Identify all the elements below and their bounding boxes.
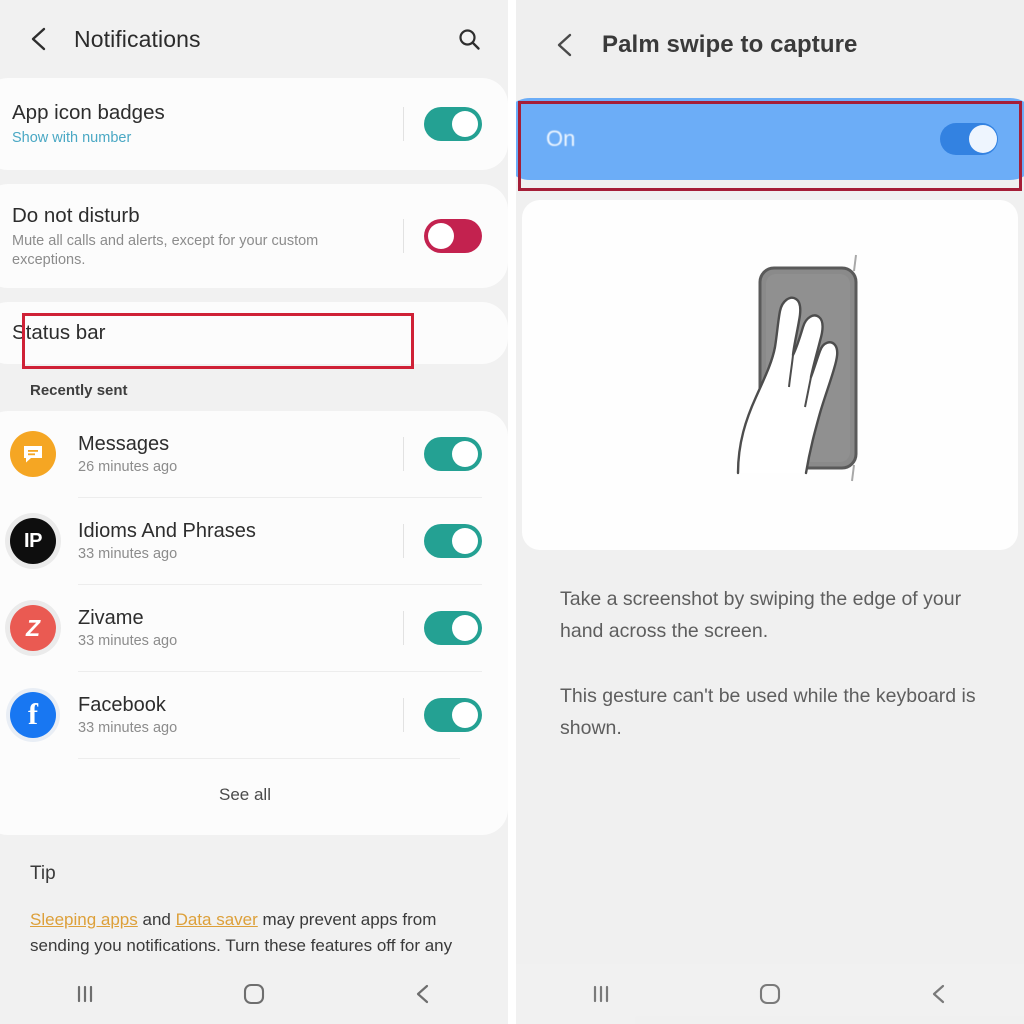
do-not-disturb-subtitle: Mute all calls and alerts, except for yo…	[12, 232, 319, 268]
toggle-knob	[452, 441, 478, 467]
app-time: 26 minutes ago	[78, 459, 178, 475]
divider	[403, 219, 404, 253]
app-icon-badges-toggle[interactable]	[424, 107, 482, 141]
app-icon-badges-card[interactable]: App icon badges Show with number	[0, 78, 508, 170]
do-not-disturb-row[interactable]: Do not disturb Mute all calls and alerts…	[0, 184, 508, 288]
app-notification-toggle[interactable]	[424, 524, 482, 558]
app-icon-badges-subtitle: Show with number	[12, 130, 132, 147]
recently-sent-label: Recently sent	[30, 382, 128, 399]
list-item[interactable]: Messages 26 minutes ago	[0, 411, 508, 497]
divider	[403, 107, 404, 141]
app-name: Messages	[78, 433, 170, 455]
app-time: 33 minutes ago	[78, 633, 178, 649]
app-name: Idioms And Phrases	[78, 520, 256, 542]
description-paragraph-1: Take a screenshot by swiping the edge of…	[560, 588, 962, 642]
home-icon[interactable]	[169, 979, 338, 1009]
app-notification-toggle[interactable]	[424, 611, 482, 645]
toggle-knob	[452, 111, 478, 137]
palm-swipe-header: Palm swipe to capture	[516, 0, 1024, 90]
list-item[interactable]: f Facebook 33 minutes ago	[0, 672, 508, 758]
panel-divider	[508, 0, 516, 1024]
app-icon-badges-title: App icon badges	[12, 100, 165, 124]
list-item-text: Idioms And Phrases 33 minutes ago	[78, 520, 403, 562]
recents-icon[interactable]	[0, 981, 169, 1007]
recently-sent-card: Messages 26 minutes ago IP Idioms And Ph…	[0, 411, 508, 835]
status-bar-row[interactable]: Status bar	[0, 302, 508, 364]
chevron-left-icon[interactable]	[24, 24, 54, 54]
idioms-icon: IP	[10, 518, 56, 564]
toggle-knob	[452, 702, 478, 728]
divider	[403, 698, 404, 732]
tip-section: Tip Sleeping apps and Data saver may pre…	[0, 835, 508, 960]
app-icon-badges-text: App icon badges Show with number	[12, 100, 403, 148]
notifications-settings-panel: Notifications App icon badges Show with …	[0, 0, 508, 1024]
tip-body: Sleeping apps and Data saver may prevent…	[30, 907, 478, 960]
system-navigation-bar	[0, 964, 508, 1024]
system-navigation-bar	[516, 964, 1024, 1024]
status-bar-text: Status bar	[12, 320, 482, 346]
home-icon[interactable]	[685, 979, 854, 1009]
on-label: On	[546, 126, 576, 151]
list-item-text: Facebook 33 minutes ago	[78, 694, 403, 736]
list-item[interactable]: IP Idioms And Phrases 33 minutes ago	[0, 498, 508, 584]
palm-swipe-toggle[interactable]	[940, 123, 998, 155]
do-not-disturb-title: Do not disturb	[12, 203, 140, 227]
toggle-knob	[452, 528, 478, 554]
app-icon-badges-row[interactable]: App icon badges Show with number	[0, 78, 508, 170]
palm-swipe-settings-panel: Palm swipe to capture On Take a screensh…	[516, 0, 1024, 1024]
list-item[interactable]: Z Zivame 33 minutes ago	[0, 585, 508, 671]
app-notification-toggle[interactable]	[424, 437, 482, 471]
status-bar-card[interactable]: Status bar	[0, 302, 508, 364]
back-icon[interactable]	[339, 981, 508, 1007]
app-name: Facebook	[78, 694, 166, 716]
divider	[403, 524, 404, 558]
data-saver-link[interactable]: Data saver	[176, 910, 258, 929]
divider	[403, 611, 404, 645]
facebook-icon: f	[10, 692, 56, 738]
do-not-disturb-card[interactable]: Do not disturb Mute all calls and alerts…	[0, 184, 508, 288]
chevron-left-icon[interactable]	[550, 30, 580, 60]
tip-heading: Tip	[30, 863, 56, 884]
list-item-text: Messages 26 minutes ago	[78, 433, 403, 475]
see-all-button[interactable]: See all	[0, 759, 508, 835]
notifications-header: Notifications	[0, 0, 508, 78]
do-not-disturb-toggle[interactable]	[424, 219, 482, 253]
back-icon[interactable]	[855, 981, 1024, 1007]
toggle-knob	[969, 125, 997, 153]
app-time: 33 minutes ago	[78, 546, 178, 562]
page-title: Palm swipe to capture	[602, 31, 858, 58]
description-paragraph-2: This gesture can't be used while the key…	[560, 685, 976, 739]
list-item-text: Zivame 33 minutes ago	[78, 607, 403, 649]
status-bar-title: Status bar	[12, 320, 106, 344]
illustration-card	[522, 200, 1018, 550]
do-not-disturb-text: Do not disturb Mute all calls and alerts…	[12, 203, 403, 270]
app-notification-toggle[interactable]	[424, 698, 482, 732]
screenshot-root: Notifications App icon badges Show with …	[0, 0, 1024, 1024]
zivame-icon: Z	[10, 605, 56, 651]
messages-icon	[10, 431, 56, 477]
recents-icon[interactable]	[516, 981, 685, 1007]
palm-swipe-on-row[interactable]: On	[516, 98, 1024, 180]
hand-swipe-phone-illustration	[620, 223, 920, 528]
app-name: Zivame	[78, 607, 144, 629]
toggle-knob	[452, 615, 478, 641]
page-title: Notifications	[74, 25, 201, 52]
sleeping-apps-link[interactable]: Sleeping apps	[30, 910, 138, 929]
search-icon[interactable]	[454, 24, 484, 54]
toggle-knob	[428, 223, 454, 249]
divider	[403, 437, 404, 471]
description-section: Take a screenshot by swiping the edge of…	[516, 550, 1024, 744]
app-time: 33 minutes ago	[78, 720, 178, 736]
tip-text-middle: and	[137, 910, 176, 929]
